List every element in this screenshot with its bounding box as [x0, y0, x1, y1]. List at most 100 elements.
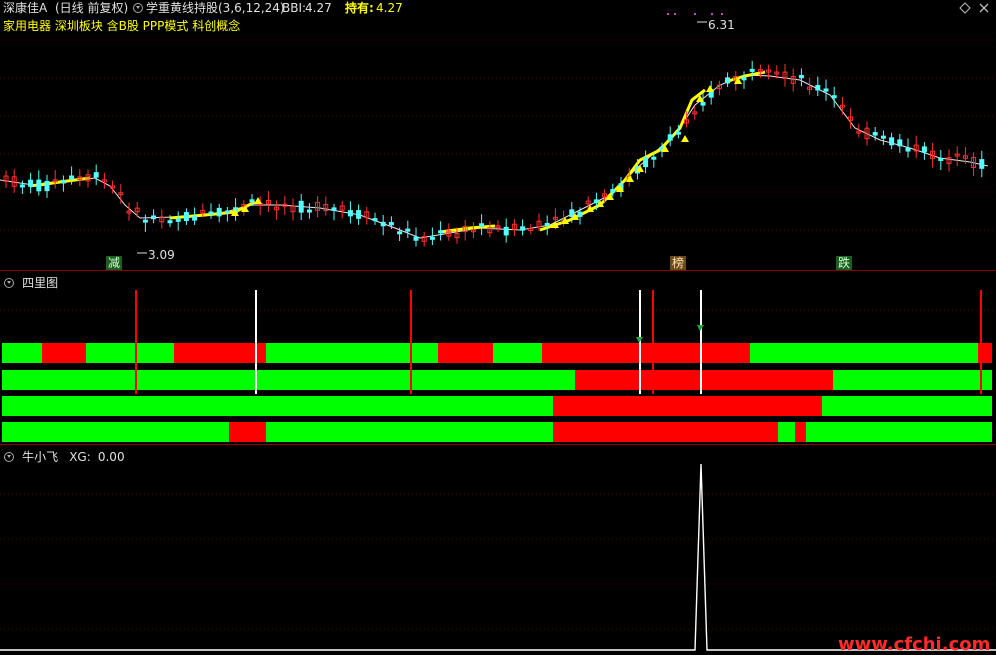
state-bar [750, 343, 978, 363]
candle-body [142, 219, 148, 223]
rank-mark: 榜 [670, 256, 687, 270]
candle-body [741, 77, 747, 81]
high-price-label: 6.31 [708, 18, 735, 32]
state-bar [553, 396, 822, 416]
state-bar [2, 370, 575, 390]
candle-body [897, 139, 903, 147]
top-dot [711, 13, 713, 15]
state-bar [174, 343, 266, 363]
ma-line [0, 74, 989, 239]
price-chart-panel[interactable]: 6.31 3.09 减 榜 跌 [0, 0, 996, 270]
state-bar [86, 343, 174, 363]
candle-body [208, 211, 214, 215]
candle-body [167, 220, 173, 224]
candle-body [831, 95, 837, 99]
candle-body [979, 159, 985, 169]
candle-body [749, 68, 755, 72]
siligu-panel[interactable] [0, 270, 996, 444]
candle-body [889, 137, 895, 146]
signal-line-white [700, 290, 702, 394]
signal-line-red [410, 290, 412, 394]
candle-body [700, 101, 706, 106]
siligu-chart[interactable] [0, 270, 996, 444]
top-dot [674, 13, 676, 15]
candle-body [356, 210, 362, 219]
candle-body [372, 218, 378, 222]
candle-body [249, 199, 255, 203]
candle-body [569, 209, 575, 217]
candle-body [667, 134, 673, 141]
hold-line [724, 70, 766, 84]
candle-body [183, 212, 189, 221]
buy-triangle [681, 135, 689, 142]
signal-line-white [255, 290, 257, 394]
fall-mark: 跌 [836, 256, 853, 270]
candle-body [675, 131, 681, 135]
state-bar [266, 343, 438, 363]
buy-triangle [706, 85, 714, 92]
candle-body [69, 175, 75, 180]
state-bar [42, 343, 86, 363]
state-bar [2, 343, 42, 363]
hold-line [539, 88, 706, 232]
top-dot [721, 13, 723, 15]
watermark: www.cfchi.com [838, 634, 991, 655]
niuxiaofei-panel[interactable] [0, 444, 996, 654]
state-bar [553, 422, 778, 442]
state-bar [438, 343, 493, 363]
xg-signal-line [0, 463, 996, 651]
candle-body [405, 228, 411, 232]
candle-body [28, 179, 34, 187]
state-bar [575, 370, 833, 390]
price-chart[interactable] [0, 0, 996, 270]
candle-body [577, 211, 583, 217]
state-bar [2, 396, 553, 416]
top-dot [667, 13, 669, 15]
candle-body [725, 77, 731, 84]
candle-body [397, 231, 403, 235]
candle-body [36, 179, 42, 192]
state-bar [493, 343, 542, 363]
state-bar [2, 422, 229, 442]
state-bar [778, 422, 795, 442]
top-dot [694, 13, 696, 15]
candle-body [93, 172, 99, 178]
candle-body [331, 207, 337, 211]
candle-body [593, 199, 599, 204]
green-marker [636, 337, 643, 343]
candle-body [880, 135, 886, 139]
candle-body [216, 207, 222, 217]
candle-body [798, 74, 804, 79]
state-bar [266, 422, 553, 442]
state-bar [833, 370, 992, 390]
candle-body [298, 200, 304, 213]
xg-signal-chart[interactable] [0, 444, 996, 654]
candle-body [347, 210, 353, 217]
candle-body [643, 157, 649, 168]
candle-body [388, 222, 394, 226]
candle-body [872, 132, 878, 136]
candle-body [479, 223, 485, 228]
candle-body [224, 210, 230, 214]
candle-body [19, 184, 25, 188]
candle-body [306, 209, 312, 213]
candle-body [921, 146, 927, 153]
signal-line-red [980, 290, 982, 394]
candle-body [905, 147, 911, 152]
candle-body [44, 180, 50, 192]
buy-triangle [254, 197, 262, 204]
state-bar [229, 422, 266, 442]
candle-body [520, 226, 526, 231]
low-price-label: 3.09 [148, 248, 175, 262]
reduce-mark: 减 [106, 256, 123, 270]
candle-body [192, 216, 198, 221]
candle-body [823, 88, 829, 92]
signal-line-red [652, 290, 654, 394]
candle-body [544, 222, 550, 226]
candle-body [610, 189, 616, 193]
signal-line-red [135, 290, 137, 394]
candle-body [60, 179, 66, 184]
candle-body [651, 156, 657, 160]
green-marker [697, 325, 704, 331]
candle-body [438, 230, 444, 234]
